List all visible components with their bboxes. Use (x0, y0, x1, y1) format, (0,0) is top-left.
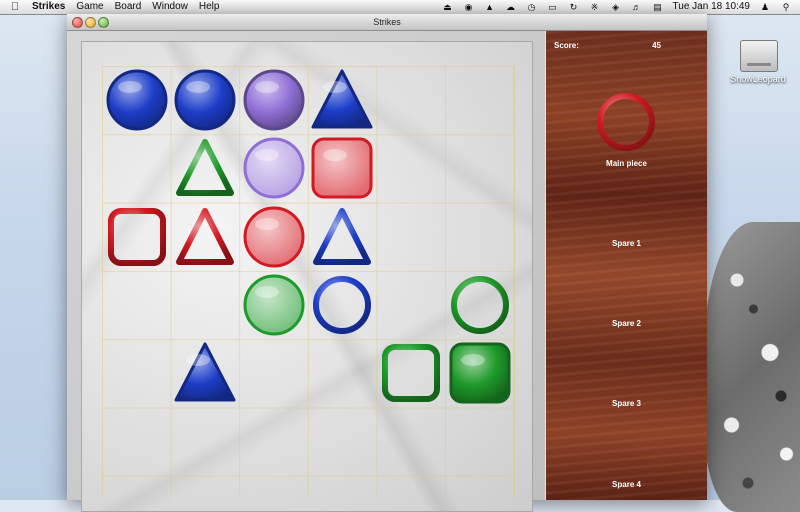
board-piece-red-triangle[interactable] (172, 204, 238, 270)
menu-window[interactable]: Window (152, 0, 188, 14)
board-piece-blue-triangle[interactable] (309, 204, 375, 270)
time-machine-icon[interactable]: ◷ (526, 2, 538, 12)
menu-help[interactable]: Help (199, 0, 220, 14)
score-label: Score: (554, 41, 579, 50)
hard-drive-label[interactable]: SnowLeopard (726, 74, 790, 84)
board-piece-red-circle[interactable] (241, 204, 307, 270)
bluetooth-icon[interactable]: ※ (589, 2, 601, 12)
zoom-button[interactable] (98, 17, 109, 28)
clock[interactable]: Tue Jan 18 10:49 (673, 0, 750, 14)
hat-icon[interactable]: ▲ (484, 2, 496, 12)
board-piece-red-square[interactable] (309, 135, 375, 201)
spare-2-label: Spare 2 (612, 319, 641, 328)
board-piece-red-square[interactable] (104, 204, 170, 270)
board-piece-blue-circle[interactable] (172, 67, 238, 133)
globe-icon[interactable]: ◉ (463, 2, 475, 12)
wifi-icon[interactable]: ◈ (610, 2, 622, 12)
game-window: Strikes Score: 45 Main piece Spare 1 Spa… (67, 14, 707, 512)
display-icon[interactable]: ▭ (547, 2, 559, 12)
status-area: ⏏ ◉ ▲ ☁ ◷ ▭ ↻ ※ ◈ ♬ ▤ Tue Jan 18 10:49 ♟… (433, 0, 792, 14)
board-piece-blue-triangle[interactable] (309, 67, 375, 133)
board-piece-purple-circle[interactable] (241, 135, 307, 201)
board-piece-blue-triangle[interactable] (172, 340, 238, 406)
board-grid[interactable] (102, 66, 515, 496)
cloud-icon[interactable]: ☁ (505, 2, 517, 12)
board-piece-green-circle[interactable] (241, 272, 307, 338)
apple-menu-icon[interactable]:  (8, 0, 22, 14)
menu-game[interactable]: Game (76, 0, 103, 14)
spotlight-icon[interactable]: ⚲ (780, 2, 792, 12)
menu-board[interactable]: Board (115, 0, 142, 14)
window-title: Strikes (373, 17, 401, 27)
desktop-wallpaper-rock (704, 222, 800, 512)
spare-3-label: Spare 3 (612, 399, 641, 408)
score-value: 45 (652, 41, 661, 50)
board-piece-green-square[interactable] (378, 340, 444, 406)
board-piece-green-circle[interactable] (447, 272, 513, 338)
window-titlebar[interactable]: Strikes (67, 14, 707, 31)
main-piece-label: Main piece (606, 159, 647, 168)
board-piece-green-square[interactable] (447, 340, 513, 406)
menu-app-name[interactable]: Strikes (32, 0, 65, 14)
board-frame (67, 31, 545, 512)
board-piece-blue-circle[interactable] (309, 272, 375, 338)
battery-icon[interactable]: ▤ (652, 2, 664, 12)
board-piece-purple-circle[interactable] (241, 67, 307, 133)
game-board (81, 41, 533, 512)
eject-icon[interactable]: ⏏ (442, 2, 454, 12)
volume-icon[interactable]: ♬ (631, 2, 643, 12)
user-icon[interactable]: ♟ (759, 2, 771, 12)
board-piece-blue-circle[interactable] (104, 67, 170, 133)
board-piece-green-triangle[interactable] (172, 135, 238, 201)
close-button[interactable] (72, 17, 83, 28)
menu-bar:  Strikes Game Board Window Help ⏏ ◉ ▲ ☁… (0, 0, 800, 15)
side-panel: Score: 45 Main piece Spare 1 Spare 2 Spa… (546, 31, 707, 500)
spare-1-label: Spare 1 (612, 239, 641, 248)
sync-icon[interactable]: ↻ (568, 2, 580, 12)
spare-4-label: Spare 4 (612, 480, 641, 489)
main-piece[interactable] (593, 89, 659, 155)
hard-drive-icon[interactable] (740, 40, 778, 72)
minimize-button[interactable] (85, 17, 96, 28)
